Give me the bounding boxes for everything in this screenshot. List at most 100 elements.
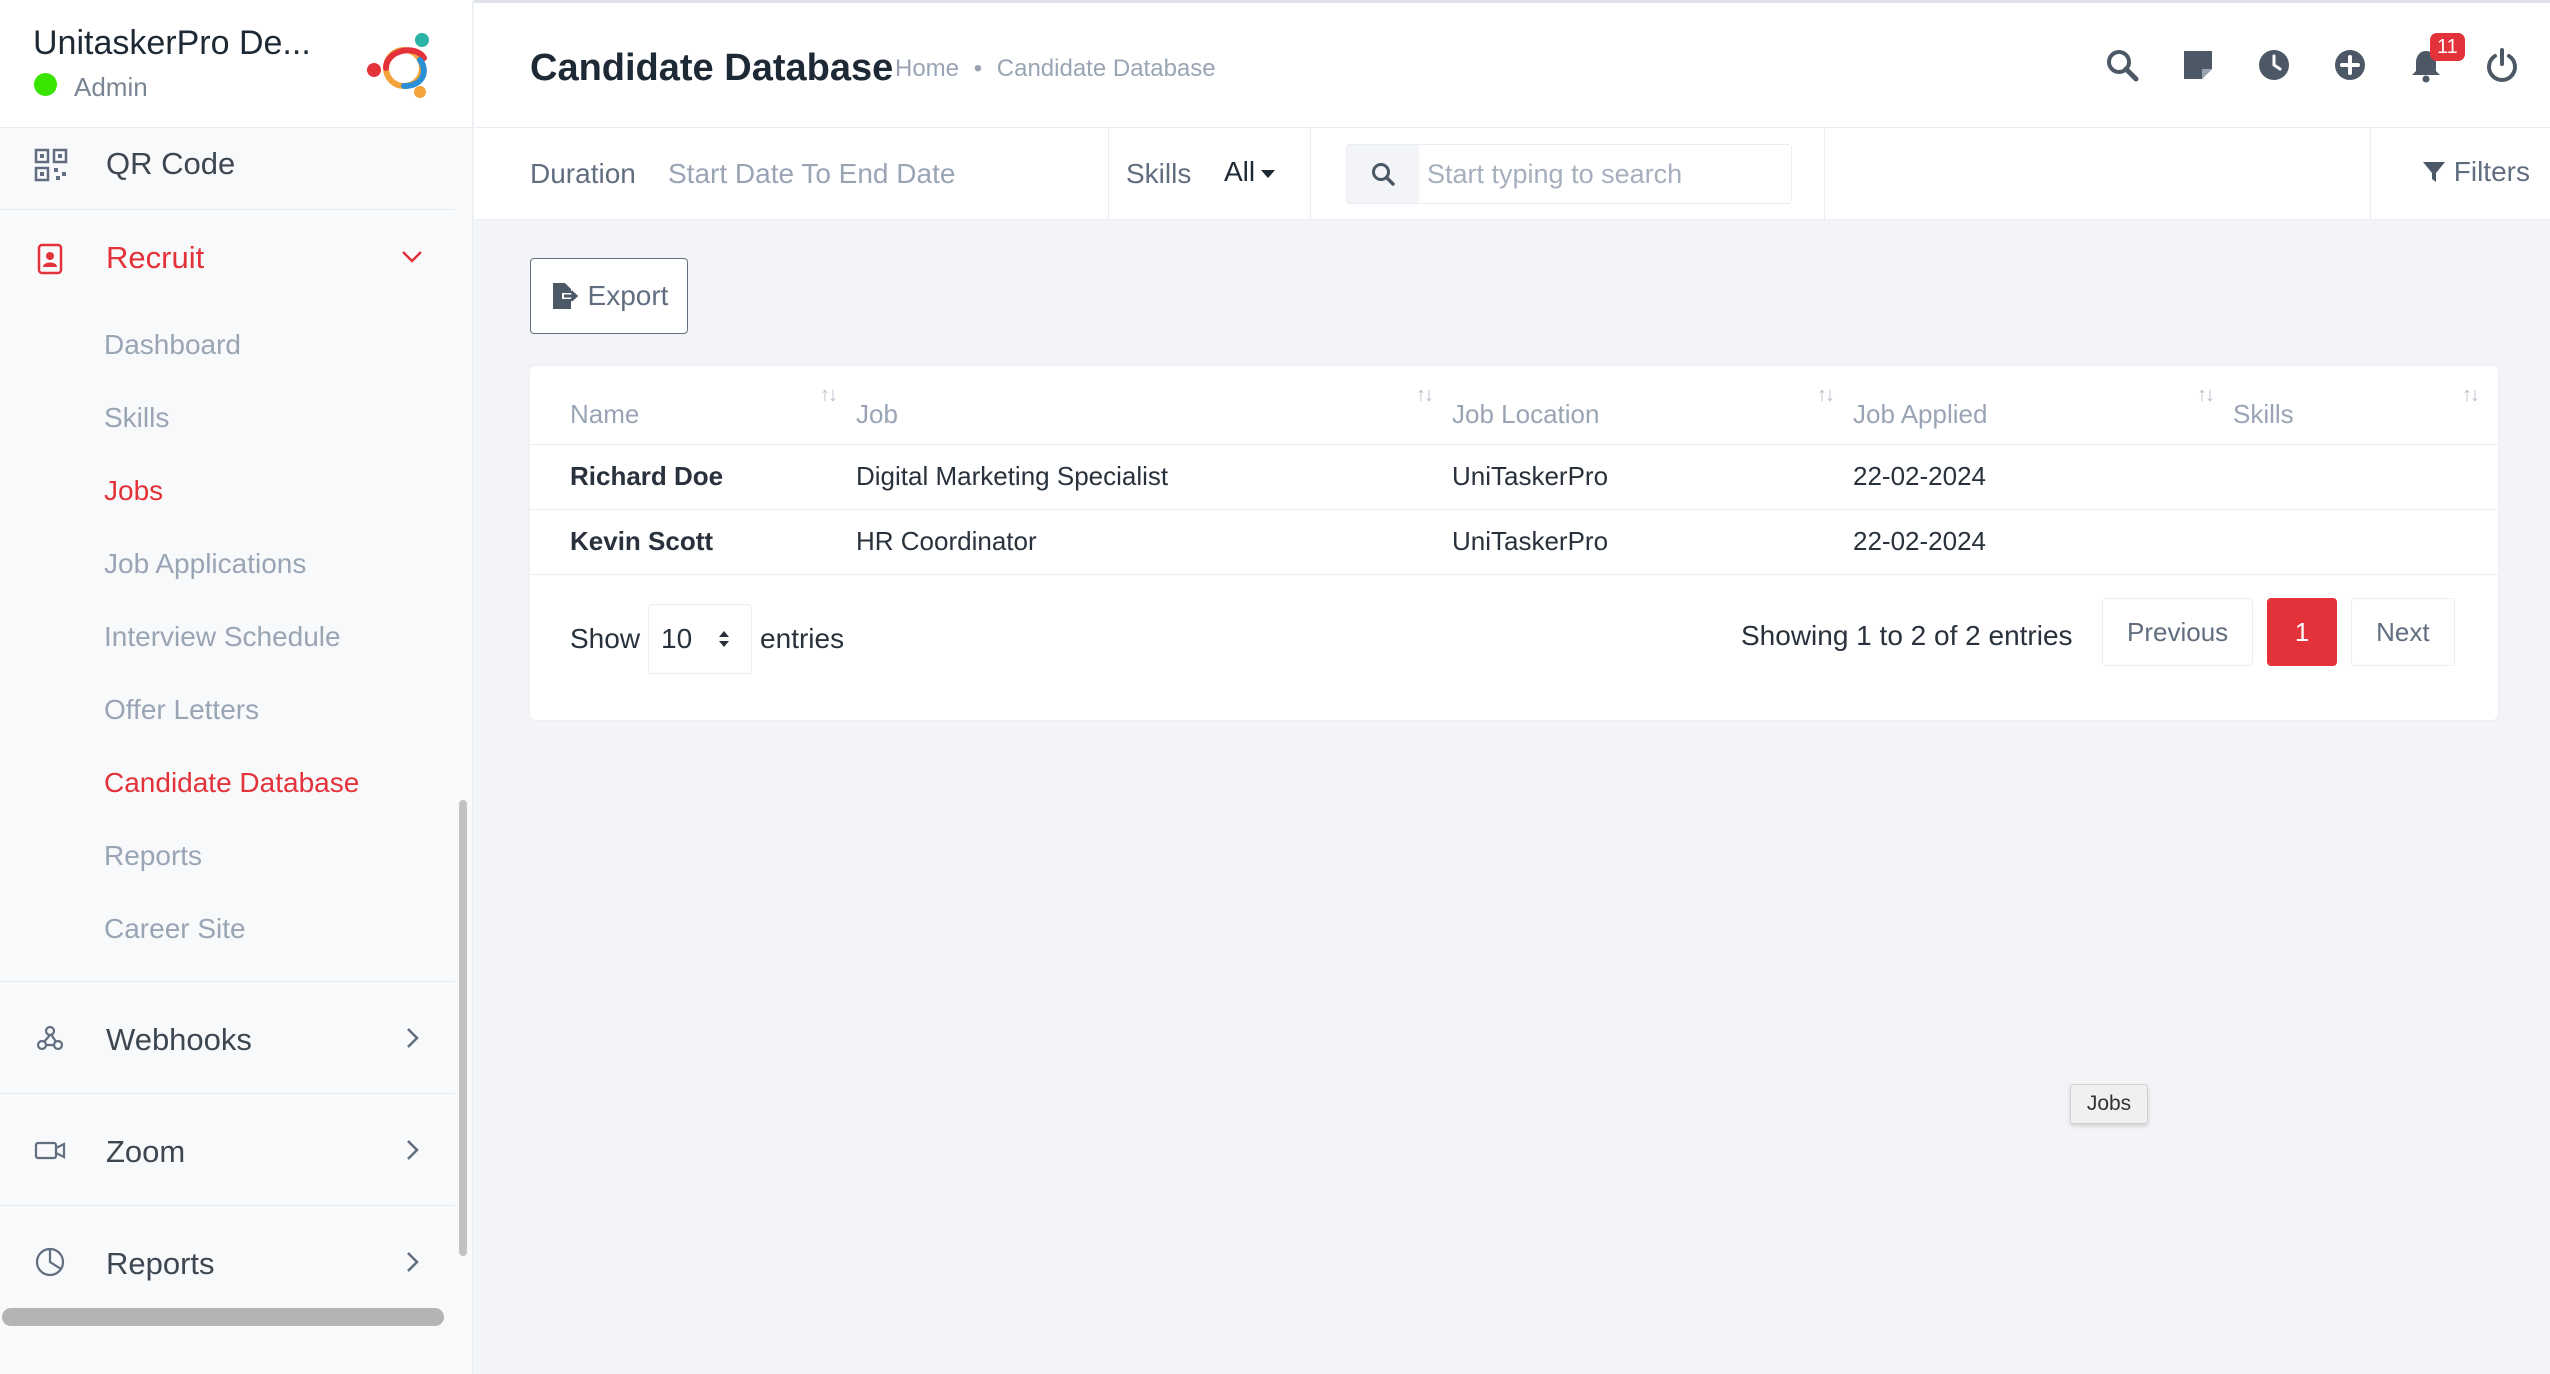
page-title: Candidate Database <box>530 47 894 89</box>
submenu-item-dashboard[interactable]: Dashboard <box>0 308 455 381</box>
date-range-picker[interactable]: Start Date To End Date <box>668 158 955 190</box>
skills-selected-value: All <box>1224 156 1256 187</box>
column-header-skills[interactable]: Skills ↑↓ <box>2233 366 2498 444</box>
power-icon <box>2487 48 2517 82</box>
sidebar-header: UnitaskerPro De... Admin <box>0 0 472 128</box>
video-camera-icon <box>34 1141 66 1160</box>
duration-label: Duration <box>530 158 636 189</box>
previous-page-button[interactable]: Previous <box>2102 598 2254 666</box>
user-role: Admin <box>74 72 148 102</box>
search-icon-wrapper <box>1347 145 1419 203</box>
sort-icon: ↑↓ <box>2462 384 2480 406</box>
plus-circle-icon <box>2335 50 2365 80</box>
page-length-value: 10 <box>661 623 693 654</box>
logout-button[interactable] <box>2484 47 2520 83</box>
cell-job: Digital Marketing Specialist <box>856 443 1452 509</box>
sidebar-item-qr-code[interactable]: QR Code <box>0 128 455 210</box>
cell-skills <box>2233 508 2498 575</box>
cell-name[interactable]: Richard Doe <box>530 443 856 509</box>
timer-button[interactable] <box>2256 47 2292 83</box>
caret-down-icon <box>1261 169 1276 178</box>
breadcrumb-home[interactable]: Home <box>895 55 959 82</box>
show-label: Show <box>570 623 641 654</box>
sidebar-item-webhooks[interactable]: Webhooks <box>0 982 455 1094</box>
page-button-current[interactable]: 1 <box>2267 598 2338 666</box>
qr-code-icon <box>34 148 68 182</box>
filter-bar: Duration Start Date To End Date Skills A… <box>474 128 2550 220</box>
cell-name[interactable]: Kevin Scott <box>530 508 856 575</box>
top-header: Candidate Database Home • Candidate Data… <box>474 0 2550 128</box>
search-icon <box>2107 50 2139 82</box>
candidate-table: Name ↑↓ Job ↑↓ Job Location ↑↓ Job Applied ↑… <box>530 366 2498 575</box>
next-page-button[interactable]: Next <box>2351 598 2455 666</box>
sticky-notes-button[interactable] <box>2180 47 2216 83</box>
breadcrumb: Home • Candidate Database <box>895 55 1216 83</box>
filter-divider <box>1824 128 1825 220</box>
sort-icon: ↑↓ <box>2197 384 2215 406</box>
column-header-job[interactable]: Job ↑↓ <box>856 366 1452 444</box>
table-row[interactable]: Richard Doe Digital Marketing Specialist… <box>530 443 2498 509</box>
file-export-icon <box>552 283 578 309</box>
header-actions: 11 <box>2104 33 2520 83</box>
select-arrows-icon <box>719 631 730 647</box>
quick-add-button[interactable] <box>2332 47 2368 83</box>
filter-icon <box>2422 162 2445 182</box>
sidebar: UnitaskerPro De... Admin QR Code Recruit… <box>0 0 473 1374</box>
search-input[interactable] <box>1419 145 1791 203</box>
clock-icon <box>2259 50 2289 80</box>
export-label: Export <box>587 280 669 311</box>
filter-divider <box>1108 128 1109 220</box>
sidebar-item-zoom[interactable]: Zoom <box>0 1094 455 1206</box>
table-info: Showing 1 to 2 of 2 entries <box>1741 620 2073 651</box>
webhooks-icon <box>36 1025 64 1051</box>
company-name[interactable]: UnitaskerPro De... <box>33 24 311 63</box>
submenu-item-interview-schedule[interactable]: Interview Schedule <box>0 600 455 673</box>
search-button[interactable] <box>2104 47 2140 83</box>
filter-divider <box>1310 128 1311 220</box>
notifications-button[interactable]: 11 <box>2408 33 2465 83</box>
filter-divider <box>2370 128 2371 220</box>
sidebar-item-label: Webhooks <box>106 1022 252 1057</box>
filters-button[interactable]: Filters <box>2422 156 2530 188</box>
pagination: Previous 1 Next <box>2102 598 2455 666</box>
export-button[interactable]: Export <box>530 258 688 334</box>
table-row[interactable]: Kevin Scott HR Coordinator UniTaskerPro … <box>530 508 2498 575</box>
skills-dropdown[interactable]: All <box>1224 156 1276 188</box>
sidebar-vertical-scrollbar[interactable] <box>459 800 467 1256</box>
breadcrumb-separator: • <box>973 55 983 82</box>
column-header-name[interactable]: Name ↑↓ <box>530 366 856 444</box>
chevron-down-icon <box>402 251 422 263</box>
sort-icon: ↑↓ <box>1416 384 1434 406</box>
notification-count-badge: 11 <box>2430 33 2465 61</box>
chevron-right-icon <box>407 1252 419 1272</box>
submenu-item-job-applications[interactable]: Job Applications <box>0 527 455 600</box>
sidebar-item-label: Reports <box>106 1246 215 1281</box>
sidebar-horizontal-scrollbar[interactable] <box>2 1308 444 1326</box>
online-status-dot <box>34 73 57 96</box>
sticky-note-icon <box>2184 51 2212 79</box>
submenu-item-candidate-database[interactable]: Candidate Database <box>0 746 455 819</box>
submenu-item-jobs[interactable]: Jobs <box>0 454 455 527</box>
submenu-item-offer-letters[interactable]: Offer Letters <box>0 673 455 746</box>
company-logo-icon[interactable] <box>364 30 436 102</box>
submenu-item-career-site[interactable]: Career Site <box>0 892 455 965</box>
sidebar-item-reports[interactable]: Reports <box>0 1206 455 1308</box>
cell-applied: 22-02-2024 <box>1853 443 2233 509</box>
sidebar-item-recruit[interactable]: Recruit <box>0 210 455 308</box>
recruit-icon <box>37 243 63 275</box>
submenu-item-skills[interactable]: Skills <box>0 381 455 454</box>
search-box <box>1346 144 1792 204</box>
sort-icon: ↑↓ <box>1817 384 1835 406</box>
sort-icon: ↑↓ <box>820 384 838 406</box>
submenu-item-reports[interactable]: Reports <box>0 819 455 892</box>
page-length-select[interactable]: 10 <box>648 604 753 674</box>
sidebar-item-label: Recruit <box>106 240 205 275</box>
column-header-job-applied[interactable]: Job Applied ↑↓ <box>1853 366 2233 444</box>
cell-skills <box>2233 443 2498 509</box>
chevron-right-icon <box>407 1140 419 1160</box>
skills-label: Skills <box>1126 158 1192 189</box>
column-header-job-location[interactable]: Job Location ↑↓ <box>1452 366 1853 444</box>
sidebar-menu[interactable]: QR Code Recruit Dashboard Skills Jobs Jo… <box>0 128 455 1308</box>
chevron-right-icon <box>407 1028 419 1048</box>
cell-location: UniTaskerPro <box>1452 443 1853 509</box>
